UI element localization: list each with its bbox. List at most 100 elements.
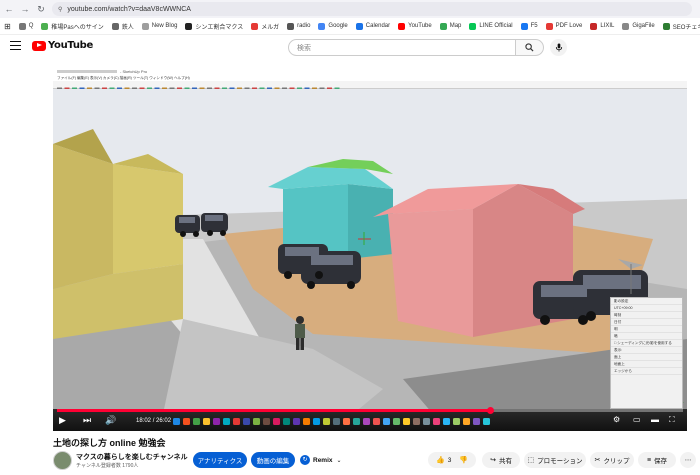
tray-row[interactable]: 表示: <box>611 347 682 354</box>
clip-button[interactable]: ✂ クリップ <box>590 452 634 468</box>
tray-row[interactable]: 影の設定 <box>611 298 682 305</box>
tray-row[interactable]: 日付 <box>611 319 682 326</box>
tray-row[interactable]: 時刻 <box>611 312 682 319</box>
bookmark-item[interactable]: LIXIL <box>590 22 614 30</box>
bookmark-item[interactable]: SEOチェキ! <box>662 22 700 31</box>
time-display: 18:02 / 26:02 <box>136 418 171 424</box>
taskbar-app-icon <box>383 417 390 425</box>
bookmark-item[interactable]: メルガ <box>251 22 279 31</box>
tray-row[interactable]: UTC+09:00 <box>611 305 682 312</box>
chevron-down-icon: ⌄ <box>336 457 342 464</box>
bookmark-item[interactable]: F5 <box>520 22 538 30</box>
bookmark-favicon-icon <box>318 22 326 30</box>
apps-grid-icon[interactable]: ⊞ <box>4 22 11 31</box>
bookmark-item[interactable]: Q <box>18 22 33 30</box>
tray-row[interactable]: エッジから <box>611 368 682 375</box>
taskbar-app-icon <box>343 417 350 425</box>
save-button[interactable]: ≡ 保存 <box>638 452 676 468</box>
bookmark-item[interactable]: Calendar <box>355 22 390 30</box>
bookmark-item[interactable]: PDF Love <box>545 22 582 30</box>
voice-search-button[interactable] <box>550 39 567 56</box>
bookmark-favicon-icon <box>141 22 149 30</box>
taskbar-app-icon <box>293 417 300 425</box>
browser-address-bar: ← → ↻ ⚲ youtube.com/watch?v=daaV8cWWNCA <box>0 0 700 18</box>
bookmark-item[interactable]: Map <box>439 22 461 30</box>
promotion-icon: ⬚ <box>527 457 535 464</box>
scissors-icon: ✂ <box>594 457 601 464</box>
remix-button[interactable]: ↻ Remix ⌄ <box>300 452 346 468</box>
site-info-icon[interactable]: ⚲ <box>58 6 62 13</box>
channel-avatar[interactable] <box>53 451 72 470</box>
progress-scrubber[interactable] <box>486 407 494 414</box>
bookmark-item[interactable]: New Blog <box>141 22 177 30</box>
bookmark-item[interactable]: GigaFile <box>622 22 655 30</box>
hamburger-menu-icon[interactable] <box>10 41 21 51</box>
search-button[interactable] <box>516 39 544 56</box>
thumbs-up-icon[interactable]: 👍 <box>436 456 445 464</box>
youtube-header: YouTube 検索 <box>0 35 700 59</box>
tray-row[interactable]: 明 <box>611 326 682 333</box>
bookmark-favicon-icon <box>590 22 598 30</box>
youtube-logo[interactable]: YouTube <box>32 40 93 51</box>
taskbar-app-icon <box>233 417 240 425</box>
forward-icon[interactable]: → <box>18 2 32 16</box>
taskbar-app-icon <box>353 417 360 425</box>
bookmark-favicon-icon <box>251 22 259 30</box>
play-icon[interactable]: ▶ <box>59 415 66 426</box>
bookmark-item[interactable]: YouTube <box>398 22 432 30</box>
promotion-button[interactable]: ⬚ プロモーション <box>524 452 586 468</box>
share-button[interactable]: ↪ 共有 <box>482 452 520 468</box>
taskbar-app-icon <box>463 417 470 425</box>
taskbar-app-icon <box>433 417 440 425</box>
edit-video-button[interactable]: 動画の編集 <box>251 452 295 468</box>
remix-icon: ↻ <box>300 455 310 465</box>
tray-row[interactable]: 暗 <box>611 333 682 340</box>
bookmark-item[interactable]: 稚場Pasへのサイン <box>41 22 104 31</box>
taskbar-app-icon <box>413 417 420 425</box>
bookmark-favicon-icon <box>662 22 670 30</box>
analytics-button[interactable]: アナリティクス <box>193 452 247 468</box>
settings-icon[interactable]: ⚙ <box>613 415 620 424</box>
bookmark-item[interactable]: Google <box>318 22 348 30</box>
bookmark-item[interactable]: シンエ割合マクス <box>185 22 243 31</box>
search-input[interactable]: 検索 <box>288 39 516 56</box>
search-icon <box>525 43 534 52</box>
tray-row[interactable]: 地面上 <box>611 361 682 368</box>
sketchup-title-text: - SketchUp Pro <box>120 69 148 74</box>
time-separator: / <box>152 418 155 424</box>
bookmark-item[interactable]: 鉄人 <box>111 22 134 31</box>
bookmark-item[interactable]: radio <box>287 22 310 30</box>
progress-bar[interactable] <box>57 407 683 414</box>
taskbar-app-icon <box>243 417 250 425</box>
tray-row[interactable]: □ シェーディングに光/影を使用する <box>611 340 682 347</box>
bookmark-item[interactable]: LINE Official <box>469 22 513 30</box>
save-label: 保存 <box>654 458 668 465</box>
taskbar-app-icon <box>373 417 380 425</box>
3d-scene <box>53 89 687 414</box>
volume-icon[interactable]: 🔊 <box>105 415 116 426</box>
fullscreen-icon[interactable]: ⛶ <box>669 415 675 425</box>
thumbs-down-icon[interactable]: 👎 <box>459 456 468 464</box>
bookmark-label: GigaFile <box>632 23 655 29</box>
more-actions-button[interactable]: ⋯ <box>680 452 696 468</box>
channel-name[interactable]: マクスの暮らしを楽しむチャンネル <box>76 452 188 462</box>
time-current: 18:02 <box>136 418 152 424</box>
bookmark-label: 稚場Pasへのサイン <box>51 24 104 31</box>
theater-mode-icon[interactable]: ▬ <box>651 415 659 424</box>
video-player[interactable]: - SketchUp Pro ファイル(F) 編集(E) 表示(V) カメラ(C… <box>53 69 687 431</box>
save-playlist-icon: ≡ <box>646 456 652 464</box>
bookmark-favicon-icon <box>41 22 49 30</box>
url-field[interactable]: ⚲ youtube.com/watch?v=daaV8cWWNCA <box>52 2 692 16</box>
subscriber-count: チャンネル登録者数 1790人 <box>76 463 139 469</box>
miniplayer-icon[interactable]: ▭ <box>633 415 641 424</box>
back-icon[interactable]: ← <box>2 2 16 16</box>
taskbar-app-icon <box>283 417 290 425</box>
like-dislike-group[interactable]: 👍 3 👎 <box>428 452 476 468</box>
share-icon: ↪ <box>490 457 496 464</box>
tray-row[interactable]: 面上 <box>611 354 682 361</box>
next-icon[interactable]: ⏭ <box>83 415 91 426</box>
taskbar-app-icon <box>403 417 410 425</box>
reload-icon[interactable]: ↻ <box>34 2 48 16</box>
shadow-settings-tray[interactable]: 影の設定 UTC+09:00 時刻 日付明暗 □ シェーディングに光/影を使用する 表示:… <box>610 297 683 409</box>
video-title: 土地の探し方 online 勉強会 <box>53 438 166 448</box>
